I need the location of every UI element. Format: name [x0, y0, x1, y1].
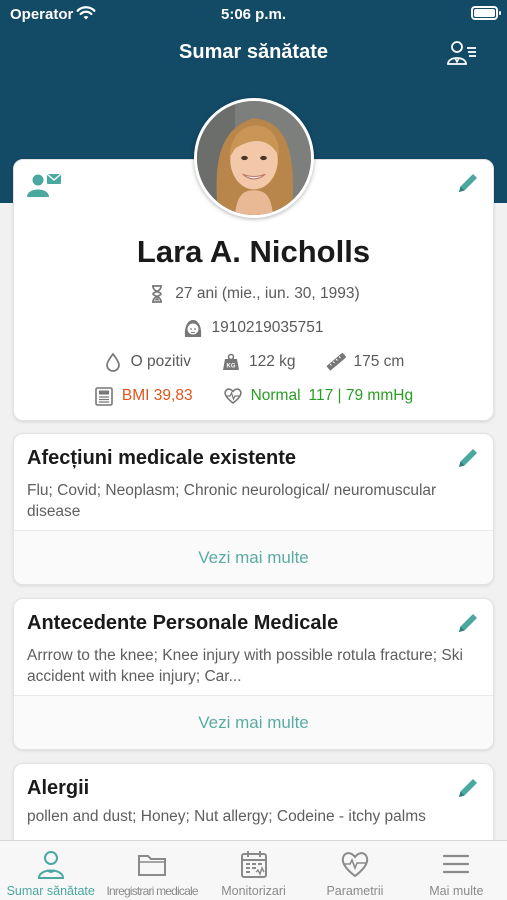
status-time: 5:06 p.m. — [220, 6, 287, 23]
cnp-text: 1910219035751 — [211, 319, 324, 336]
avatar[interactable] — [194, 98, 314, 218]
allergies-body: pollen and dust; Honey; Nut allergy; Cod… — [27, 808, 426, 825]
medical-history-title: Antecedente Personale Medicale — [27, 612, 339, 634]
svg-text:KG: KG — [226, 364, 235, 370]
body-stats-row: O pozitiv KG 122 kg 175 cm — [14, 352, 493, 372]
bmi-scale-icon — [95, 387, 113, 406]
blood-type-text: O pozitiv — [130, 353, 191, 370]
calendar-icon — [240, 851, 267, 878]
contact-message-icon[interactable] — [27, 172, 63, 198]
heart-pulse-icon — [341, 852, 369, 878]
tab-health-summary[interactable]: Sumar sănătate — [0, 841, 101, 900]
tab-label: Sumar sănătate — [6, 884, 95, 898]
heart-pressure-icon — [223, 388, 242, 405]
medical-history-see-more-button[interactable]: Vezi mai multe — [14, 695, 493, 749]
tab-label: Mai multe — [429, 884, 484, 898]
tab-label: Inregistrari medicale — [106, 884, 198, 898]
conditions-title: Afecțiuni medicale existente — [27, 447, 296, 469]
allergies-title: Alergii — [27, 777, 90, 799]
menu-icon — [443, 854, 470, 874]
battery-icon — [471, 6, 501, 20]
medical-history-card: Antecedente Personale Medicale Arrrow to… — [13, 598, 494, 750]
tab-bar: Sumar sănătate Inregistrari medicale Mon… — [0, 840, 507, 900]
tab-medical-records[interactable]: Inregistrari medicale — [101, 841, 202, 900]
tab-more[interactable]: Mai multe — [406, 841, 507, 900]
height-text: 175 cm — [353, 353, 405, 370]
tab-label: Parametrii — [326, 884, 384, 898]
weight-text: 122 kg — [248, 353, 296, 370]
edit-medical-history-icon[interactable] — [456, 611, 480, 635]
weight-icon: KG — [222, 353, 239, 370]
edit-allergies-icon[interactable] — [456, 776, 480, 800]
ruler-icon — [325, 352, 346, 371]
tab-label: Monitorizari — [221, 884, 286, 898]
tab-monitoring[interactable]: Monitorizari — [203, 841, 304, 900]
conditions-see-more-button[interactable]: Vezi mai multe — [14, 530, 493, 584]
blood-drop-icon — [105, 352, 120, 372]
tab-parameters[interactable]: Parametrii — [304, 841, 405, 900]
medical-history-body: Arrrow to the knee; Knee injury with pos… — [27, 647, 463, 685]
cnp-row: 1910219035751 — [14, 318, 493, 338]
age-text: 27 ani (mie., iun. 30, 1993) — [175, 285, 360, 302]
bp-status-text: Normal — [250, 387, 301, 404]
profile-name: Lara A. Nicholls — [136, 234, 371, 269]
profile-photo — [197, 101, 311, 215]
edit-conditions-icon[interactable] — [456, 446, 480, 470]
conditions-body: Flu; Covid; Neoplasm; Chronic neurologic… — [27, 482, 437, 520]
hourglass-icon — [152, 285, 163, 303]
status-bar: Operator 5:06 p.m. — [0, 0, 507, 28]
conditions-card: Afecțiuni medicale existente Flu; Covid;… — [13, 433, 494, 585]
folder-icon — [138, 855, 167, 876]
doctor-list-icon[interactable] — [447, 40, 477, 66]
bmi-text: BMI 39,83 — [121, 387, 193, 404]
girl-face-icon — [185, 320, 202, 337]
vitals-row: BMI 39,83 Normal 117 | 79 mmHg — [14, 386, 493, 406]
age-row: 27 ani (mie., iun. 30, 1993) — [14, 284, 493, 304]
page-title: Sumar sănătate — [179, 41, 328, 63]
bp-value-text: 117 | 79 mmHg — [308, 387, 414, 404]
edit-profile-icon[interactable] — [456, 171, 480, 195]
person-icon — [37, 851, 64, 879]
